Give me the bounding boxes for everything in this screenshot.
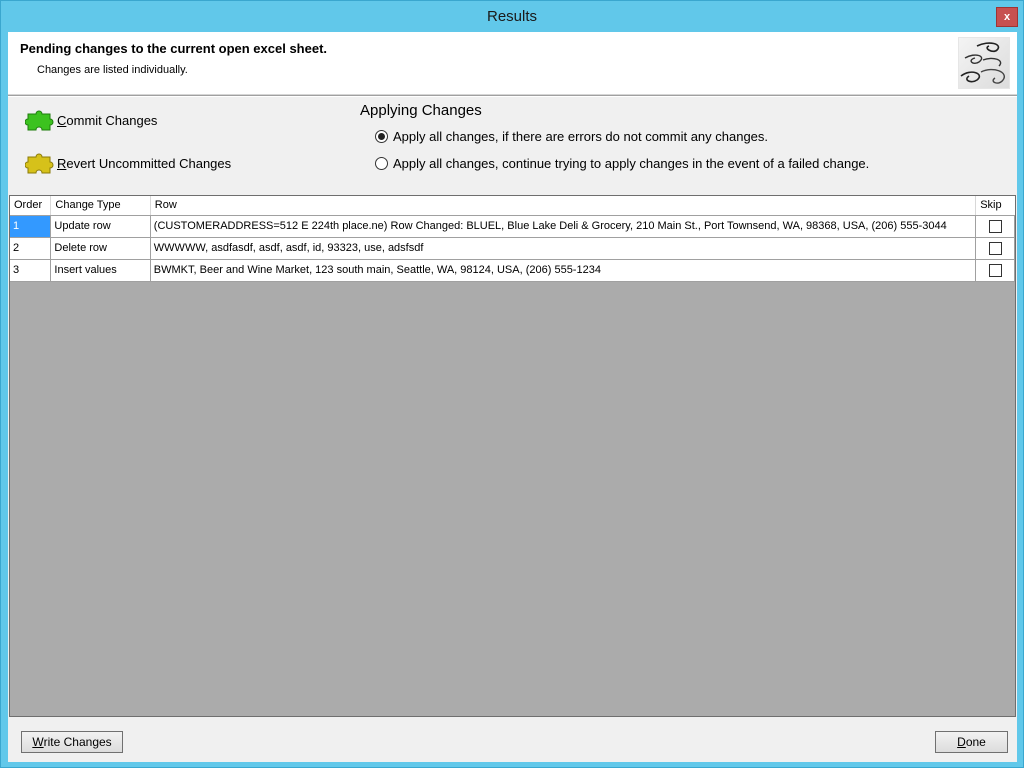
dialog-client-area: Pending changes to the current open exce… bbox=[8, 32, 1017, 762]
change-type-cell[interactable]: Insert values bbox=[50, 259, 151, 282]
revert-label-mnemonic: R bbox=[57, 155, 67, 171]
apply-option-label: Apply all changes, continue trying to ap… bbox=[393, 156, 870, 171]
header-subtitle: Changes are listed individually. bbox=[37, 64, 188, 76]
column-header-row[interactable]: Row bbox=[150, 196, 977, 216]
close-icon: x bbox=[1003, 10, 1011, 23]
done-button-mnemonic: D bbox=[957, 735, 966, 749]
done-button[interactable]: Done bbox=[935, 731, 1008, 753]
change-type-cell[interactable]: Delete row bbox=[50, 237, 151, 260]
puzzle-piece-yellow-icon bbox=[24, 151, 55, 175]
write-button-mnemonic: W bbox=[32, 735, 44, 749]
close-button[interactable]: x bbox=[996, 7, 1018, 27]
header-title: Pending changes to the current open exce… bbox=[20, 41, 328, 56]
title-bar[interactable]: Results x bbox=[1, 1, 1023, 32]
changes-grid[interactable]: Order Change Type Row Skip 1 Update row … bbox=[9, 195, 1016, 717]
window-title: Results bbox=[486, 8, 538, 25]
table-row[interactable]: 3 Insert values BWMKT, Beer and Wine Mar… bbox=[10, 259, 1015, 282]
order-cell[interactable]: 2 bbox=[10, 237, 52, 260]
row-cell[interactable]: (CUSTOMERADDRESS=512 E 224th place.ne) R… bbox=[150, 215, 977, 238]
puzzle-piece-green-icon bbox=[24, 108, 55, 132]
revert-label: evert Uncommitted Changes bbox=[66, 155, 232, 171]
apply-option-continue-on-error[interactable]: Apply all changes, continue trying to ap… bbox=[375, 156, 869, 171]
skip-checkbox[interactable] bbox=[988, 241, 1002, 255]
write-changes-button[interactable]: Write Changes bbox=[21, 731, 123, 753]
table-row[interactable]: 1 Update row (CUSTOMERADDRESS=512 E 224t… bbox=[10, 215, 1015, 238]
row-cell[interactable]: BWMKT, Beer and Wine Market, 123 south m… bbox=[150, 259, 977, 282]
order-cell[interactable]: 1 bbox=[10, 215, 52, 238]
header-panel: Pending changes to the current open exce… bbox=[8, 32, 1017, 95]
commit-label-mnemonic: C bbox=[57, 112, 67, 128]
apply-option-label: Apply all changes, if there are errors d… bbox=[393, 129, 769, 144]
radio-button[interactable] bbox=[375, 157, 388, 170]
done-button-label: one bbox=[965, 735, 986, 749]
results-window: Results x Pending changes to the current… bbox=[0, 0, 1024, 768]
applying-changes-title: Applying Changes bbox=[360, 102, 482, 119]
skip-checkbox[interactable] bbox=[988, 263, 1002, 277]
skip-checkbox[interactable] bbox=[988, 219, 1002, 233]
commit-changes-link[interactable]: Commit Changes bbox=[24, 108, 158, 132]
revert-uncommitted-changes-link[interactable]: Revert Uncommitted Changes bbox=[24, 151, 232, 175]
swirl-graphic-icon bbox=[958, 37, 1010, 89]
change-type-cell[interactable]: Update row bbox=[50, 215, 151, 238]
column-header-change-type[interactable]: Change Type bbox=[50, 196, 151, 216]
header-separator bbox=[8, 95, 1017, 97]
skip-cell[interactable] bbox=[975, 259, 1015, 282]
skip-cell[interactable] bbox=[975, 237, 1015, 260]
column-header-skip[interactable]: Skip bbox=[975, 196, 1015, 216]
write-button-label: rite Changes bbox=[43, 735, 112, 749]
table-header-row: Order Change Type Row Skip bbox=[10, 196, 1015, 216]
commit-label: ommit Changes bbox=[66, 112, 158, 128]
apply-option-abort-on-error[interactable]: Apply all changes, if there are errors d… bbox=[375, 129, 768, 144]
skip-cell[interactable] bbox=[975, 215, 1015, 238]
row-cell[interactable]: WWWWW, asdfasdf, asdf, asdf, id, 93323, … bbox=[150, 237, 977, 260]
changes-table: Order Change Type Row Skip 1 Update row … bbox=[10, 196, 1015, 282]
radio-button-selected[interactable] bbox=[375, 130, 388, 143]
column-header-order[interactable]: Order bbox=[10, 196, 52, 216]
order-cell[interactable]: 3 bbox=[10, 259, 52, 282]
table-row[interactable]: 2 Delete row WWWWW, asdfasdf, asdf, asdf… bbox=[10, 237, 1015, 260]
